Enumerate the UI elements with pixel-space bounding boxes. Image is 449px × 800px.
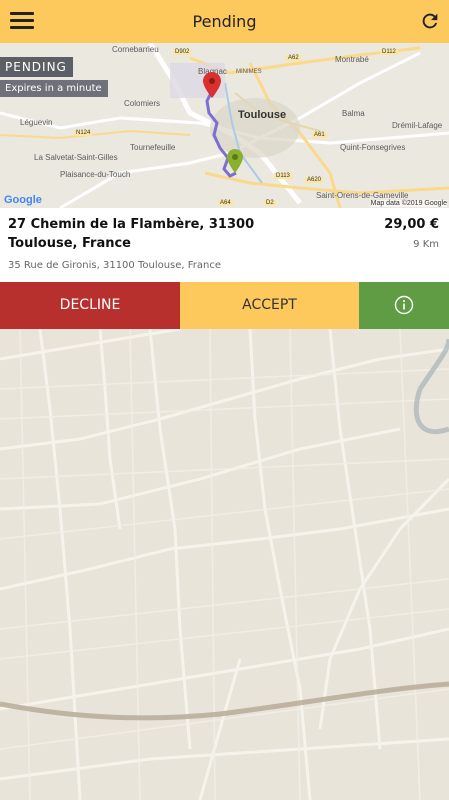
map-attribution: Map data ©2019 Google [370,200,447,207]
map-label: MINIMES [236,69,262,75]
info-button[interactable] [359,282,449,329]
map-label: Quint-Fonsegrives [340,143,406,152]
pickup-pin-icon [203,72,221,98]
road-label: D112 [380,49,398,55]
ride-info-panel: 27 Chemin de la Flambère, 31300 Toulouse… [0,208,449,282]
map-label: Balma [342,109,365,118]
map-label: Colomiers [124,99,161,108]
google-logo: Google [4,194,42,206]
dropoff-pin-icon [227,149,243,173]
map-label: Toulouse [238,109,287,121]
page-title: Pending [192,12,257,31]
navigation-map[interactable] [0,329,449,800]
map-label: Drémil-Lafage [392,121,443,130]
ride-price: 29,00 € [384,217,439,232]
map-label: Léguevin [20,118,53,127]
road-label: A64 [218,200,233,206]
map-label: Cornebarrieu [112,45,159,54]
expiry-badge: Expires in a minute [0,80,108,97]
ride-actions: DECLINE ACCEPT [0,282,449,329]
info-icon [394,295,414,315]
map-label: Plaisance-du-Touch [60,170,131,179]
route-preview-map[interactable]: Cornebarrieu Montrabé Blagnac MINIMES Co… [0,43,449,208]
origin-address: 35 Rue de Gironis, 31100 Toulouse, Franc… [8,260,222,271]
status-badge: PENDING [0,57,73,77]
app-header: Pending [0,0,449,43]
accept-button[interactable]: ACCEPT [180,282,359,329]
map-label: La Salvetat-Saint-Gilles [34,153,118,162]
road-label: A62 [286,55,301,61]
map-label: Tournefeuille [130,143,176,152]
map-label: Montrabé [335,55,369,64]
road-label: D902 [173,49,192,55]
road-label: D113 [274,173,292,179]
ride-distance: 9 Km [413,239,439,250]
road-label: A620 [305,177,324,183]
road-label: D2 [264,200,276,206]
map-label: Saint-Orens-de-Gameville [316,191,409,200]
decline-button[interactable]: DECLINE [0,282,180,329]
navigation-map-drawing [0,329,449,800]
refresh-icon[interactable] [419,10,441,32]
road-label: A61 [312,132,327,138]
destination-address: 27 Chemin de la Flambère, 31300 Toulouse… [8,217,255,251]
road-label: N124 [74,130,93,136]
